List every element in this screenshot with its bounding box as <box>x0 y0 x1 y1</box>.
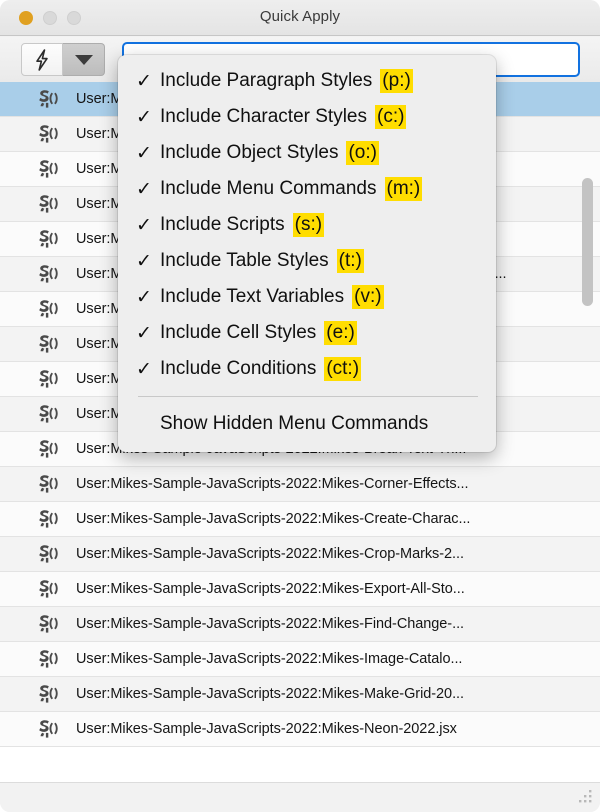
bottom-bar <box>0 782 600 812</box>
list-item-label: User:Mikes-Sample-JavaScripts-2022:Mikes… <box>76 511 471 527</box>
menu-item[interactable]: ✓ Include Table Styles (t:) <box>118 243 496 279</box>
list-item-label: User:Mikes-Sample-JavaScripts-2022:Mikes… <box>76 721 457 737</box>
lightning-bolt-icon <box>34 48 50 71</box>
menu-item[interactable]: ✓ Include Cell Styles (e:) <box>118 315 496 351</box>
menu-item-shortcut-hint: (c:) <box>375 105 407 129</box>
menu-item-shortcut-hint: (t:) <box>336 249 364 273</box>
check-icon: ✓ <box>136 286 152 308</box>
list-item[interactable]: User:Mikes-Sample-JavaScripts-2022:Mikes… <box>0 537 600 572</box>
jsx-script-icon <box>36 263 60 285</box>
menu-item-label: Include Text Variables <box>160 286 345 307</box>
check-icon: ✓ <box>136 70 152 92</box>
jsx-script-icon <box>36 718 60 740</box>
check-icon: ✓ <box>136 142 152 164</box>
jsx-script-icon <box>36 333 60 355</box>
check-icon: ✓ <box>136 214 152 236</box>
menu-item-label: Include Paragraph Styles <box>160 70 373 91</box>
check-icon: ✓ <box>136 250 152 272</box>
list-item-label: User:Mikes-Sample-JavaScripts-2022:Mikes… <box>76 476 469 492</box>
list-item[interactable]: User:Mikes-Sample-JavaScripts-2022:Mikes… <box>0 607 600 642</box>
menu-item-label: Include Cell Styles <box>160 322 317 343</box>
list-item[interactable]: User:Mikes-Sample-JavaScripts-2022:Mikes… <box>0 502 600 537</box>
list-item[interactable]: User:Mikes-Sample-JavaScripts-2022:Mikes… <box>0 642 600 677</box>
menu-item-label: Include Scripts <box>160 214 285 235</box>
menu-item-shortcut-hint: (o:) <box>346 141 379 165</box>
menu-item[interactable]: ✓ Include Character Styles (c:) <box>118 99 496 135</box>
menu-item-label: Include Menu Commands <box>160 178 377 199</box>
jsx-script-icon <box>36 298 60 320</box>
list-item[interactable]: User:Mikes-Sample-JavaScripts-2022:Mikes… <box>0 677 600 712</box>
menu-item[interactable]: ✓ Include Menu Commands (m:) <box>118 171 496 207</box>
list-item-label: User:Mikes-Sample-JavaScripts-2022:Mikes… <box>76 581 465 597</box>
menu-item-show-hidden-menu-commands[interactable]: Show Hidden Menu Commands <box>118 406 496 442</box>
triangle-down-icon <box>74 54 93 65</box>
jsx-script-icon <box>36 368 60 390</box>
title-bar: Quick Apply <box>0 0 600 36</box>
quick-apply-bolt-button[interactable] <box>21 43 63 76</box>
menu-item-label: Include Conditions <box>160 358 317 379</box>
include-options-menu[interactable]: ✓ Include Paragraph Styles (p:) ✓ Include Ch… <box>118 55 496 452</box>
jsx-script-icon <box>36 578 60 600</box>
menu-item-label: Include Object Styles <box>160 142 339 163</box>
menu-item-label: Include Character Styles <box>160 106 367 127</box>
menu-item[interactable]: ✓ Include Conditions (ct:) <box>118 351 496 387</box>
jsx-script-icon <box>36 508 60 530</box>
list-item[interactable]: User:Mikes-Sample-JavaScripts-2022:Mikes… <box>0 712 600 747</box>
jsx-script-icon <box>36 403 60 425</box>
menu-item-label: Include Table Styles <box>160 250 329 271</box>
menu-item[interactable]: ✓ Include Paragraph Styles (p:) <box>118 63 496 99</box>
jsx-script-icon <box>36 88 60 110</box>
check-icon: ✓ <box>136 358 152 380</box>
jsx-script-icon <box>36 438 60 460</box>
quick-apply-window: Quick Apply User:Mikes-Sample-JavaScript… <box>0 0 600 812</box>
menu-item-shortcut-hint: (v:) <box>352 285 384 309</box>
menu-separator <box>138 396 478 397</box>
check-icon: ✓ <box>136 322 152 344</box>
list-item-label: User:Mikes-Sample-JavaScripts-2022:Mikes… <box>76 616 465 632</box>
list-item[interactable]: User:Mikes-Sample-JavaScripts-2022:Mikes… <box>0 572 600 607</box>
jsx-script-icon <box>36 473 60 495</box>
menu-item[interactable]: ✓ Include Scripts (s:) <box>118 207 496 243</box>
window-title: Quick Apply <box>259 8 341 25</box>
options-menu-button[interactable] <box>63 43 105 76</box>
resize-grip[interactable] <box>573 786 595 808</box>
vertical-scrollbar-track[interactable] <box>582 86 597 776</box>
menu-item[interactable]: ✓ Include Object Styles (o:) <box>118 135 496 171</box>
menu-item[interactable]: ✓ Include Text Variables (v:) <box>118 279 496 315</box>
jsx-script-icon <box>36 193 60 215</box>
menu-item-shortcut-hint: (e:) <box>324 321 357 345</box>
list-item-label: User:Mikes-Sample-JavaScripts-2022:Mikes… <box>76 651 463 667</box>
vertical-scrollbar-thumb[interactable] <box>582 178 593 306</box>
jsx-script-icon <box>36 158 60 180</box>
check-icon: ✓ <box>136 106 152 128</box>
menu-item-shortcut-hint: (s:) <box>292 213 325 237</box>
menu-item-shortcut-hint: (p:) <box>380 69 413 93</box>
list-item-label: User:Mikes-Sample-JavaScripts-2022:Mikes… <box>76 546 464 562</box>
jsx-script-icon <box>36 613 60 635</box>
jsx-script-icon <box>36 123 60 145</box>
check-icon: ✓ <box>136 178 152 200</box>
jsx-script-icon <box>36 648 60 670</box>
list-item-label: User:Mikes-Sample-JavaScripts-2022:Mikes… <box>76 686 464 702</box>
list-item[interactable]: User:Mikes-Sample-JavaScripts-2022:Mikes… <box>0 467 600 502</box>
jsx-script-icon <box>36 543 60 565</box>
jsx-script-icon <box>36 683 60 705</box>
menu-item-shortcut-hint: (m:) <box>384 177 423 201</box>
menu-item-shortcut-hint: (ct:) <box>324 357 362 381</box>
jsx-script-icon <box>36 228 60 250</box>
